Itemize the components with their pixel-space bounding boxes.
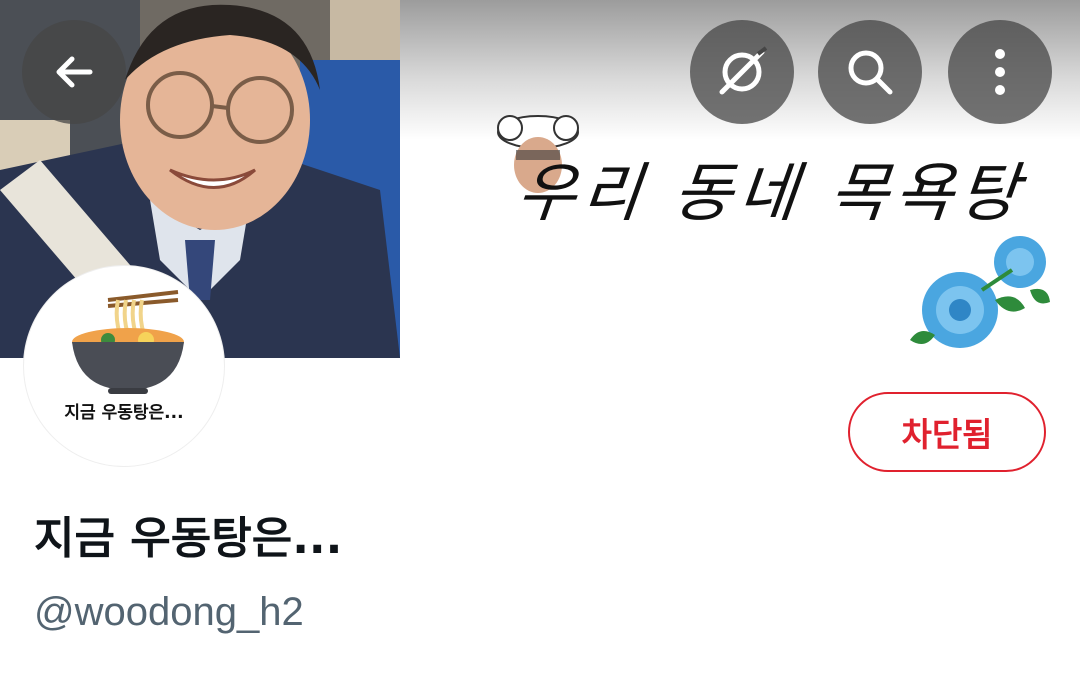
search-icon: [842, 44, 898, 100]
search-button[interactable]: [818, 20, 922, 124]
back-button[interactable]: [22, 20, 126, 124]
more-vertical-icon: [990, 46, 1010, 98]
arrow-left-icon: [50, 48, 98, 96]
blocked-button[interactable]: 차단됨: [848, 392, 1046, 472]
grok-button[interactable]: [690, 20, 794, 124]
grok-icon: [714, 44, 770, 100]
profile-handle: @woodong_h2: [34, 590, 304, 634]
noodle-bowl-icon: [72, 290, 184, 394]
banner-title: 우리 동네 목욕탕: [513, 157, 1029, 231]
avatar[interactable]: 지금 우동탕은...: [24, 266, 224, 466]
more-button[interactable]: [948, 20, 1052, 124]
avatar-caption: 지금 우동탕은...: [64, 403, 184, 423]
profile-display-name: 지금 우동탕은...: [34, 513, 343, 564]
